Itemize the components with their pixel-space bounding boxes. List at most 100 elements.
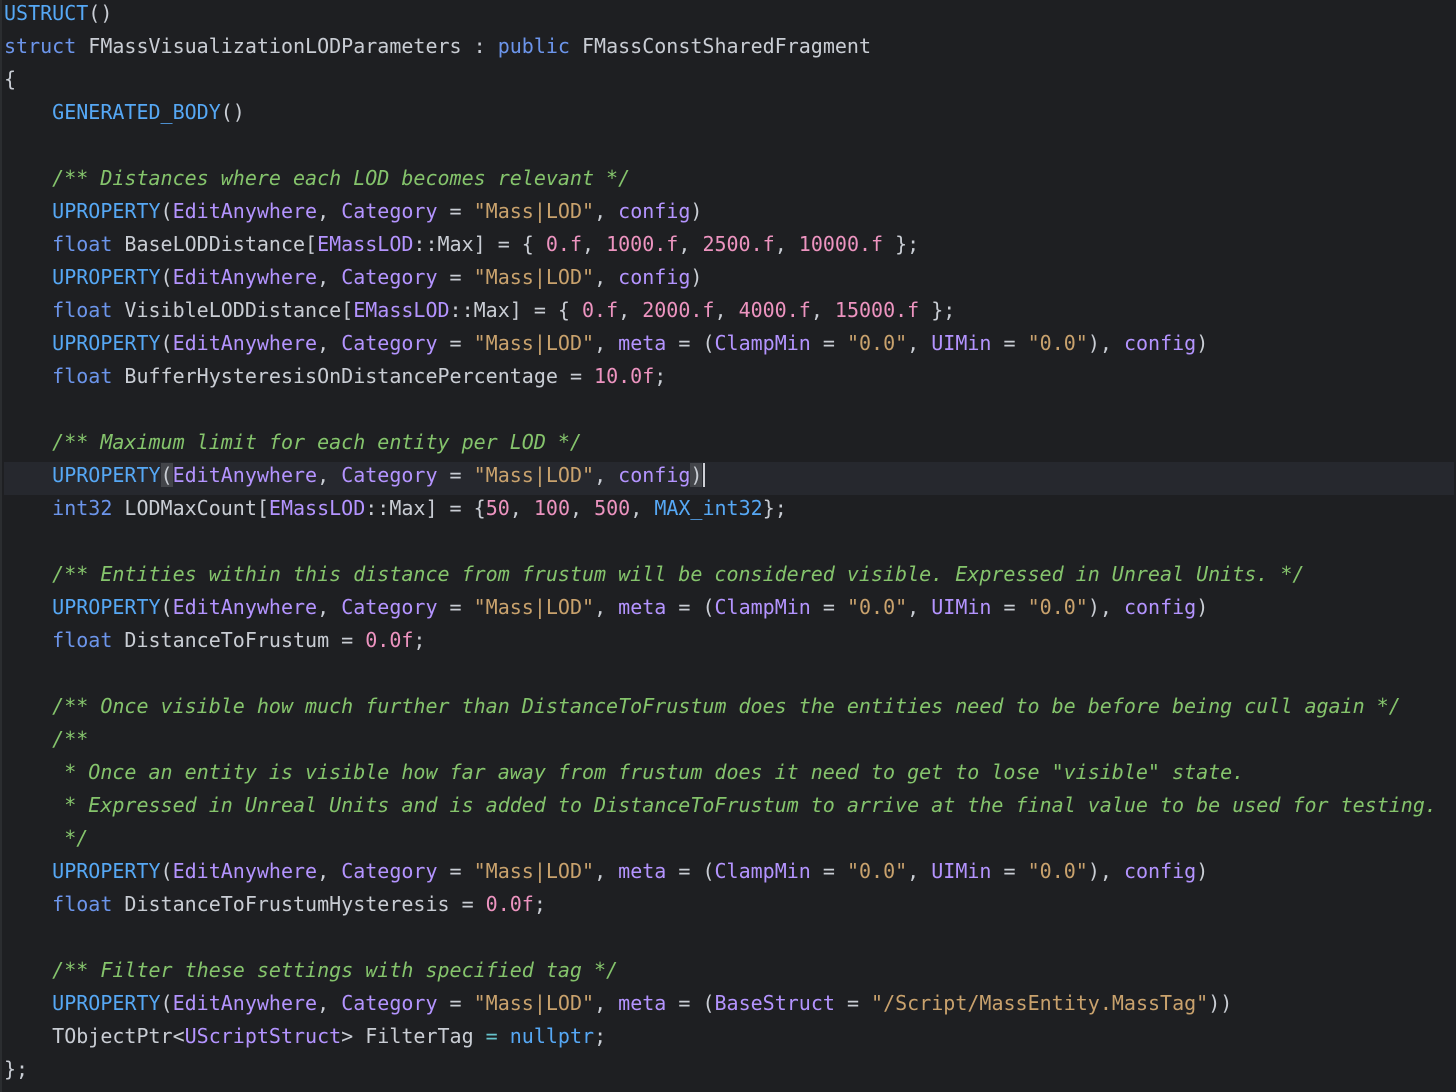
- code-line[interactable]: /** Once visible how much further than D…: [4, 693, 1454, 726]
- code-token: "0.0": [846, 331, 908, 355]
- code-token: DistanceToFrustumHysteresis =: [124, 892, 486, 916]
- code-token: "Mass|LOD": [473, 595, 595, 619]
- code-token: "0.0": [846, 595, 908, 619]
- code-token: ,: [317, 859, 342, 883]
- code-token: 15000.f: [834, 298, 920, 322]
- code-token: ,: [594, 463, 619, 487]
- code-token: = (: [666, 595, 715, 619]
- code-token: meta: [618, 595, 667, 619]
- code-line[interactable]: UPROPERTY(EditAnywhere, Category = "Mass…: [4, 264, 1454, 297]
- code-line[interactable]: int32 LODMaxCount[EMassLOD::Max] = {50, …: [4, 495, 1454, 528]
- code-token: "0.0": [1027, 595, 1088, 619]
- code-line[interactable]: */: [4, 825, 1454, 858]
- code-line[interactable]: float DistanceToFrustum = 0.0f;: [4, 627, 1454, 660]
- code-token: =: [991, 331, 1028, 355]
- code-token: 1000.f: [606, 232, 679, 256]
- code-token: >: [341, 1024, 366, 1048]
- code-line[interactable]: [4, 924, 1454, 957]
- code-token: 2500.f: [702, 232, 775, 256]
- code-token: =: [810, 859, 847, 883]
- code-line[interactable]: float BaseLODDistance[EMassLOD::Max] = {…: [4, 231, 1454, 264]
- code-token: "Mass|LOD": [473, 859, 595, 883]
- code-editor[interactable]: USTRUCT() struct FMassVisualizationLODPar…: [0, 0, 1456, 1092]
- code-line[interactable]: [4, 660, 1454, 693]
- code-token: =: [991, 595, 1028, 619]
- code-line[interactable]: /** Maximum limit for each entity per LO…: [4, 429, 1454, 462]
- code-token: 0.0f: [365, 628, 414, 652]
- code-token: =: [810, 595, 847, 619]
- code-token: config: [618, 199, 691, 223]
- code-token: float: [52, 232, 125, 256]
- code-token: UPROPERTY: [52, 991, 161, 1015]
- code-line[interactable]: /** Entities within this distance from f…: [4, 561, 1454, 594]
- code-token: =: [437, 199, 474, 223]
- code-line[interactable]: /** Distances where each LOD becomes rel…: [4, 165, 1454, 198]
- code-token: ),: [1087, 859, 1124, 883]
- code-area[interactable]: USTRUCT() struct FMassVisualizationLODPar…: [4, 0, 1454, 1089]
- code-token: /**: [52, 727, 89, 751]
- code-line[interactable]: [4, 528, 1454, 561]
- code-line[interactable]: USTRUCT(): [4, 0, 1454, 33]
- code-line[interactable]: UPROPERTY(EditAnywhere, Category = "Mass…: [4, 594, 1454, 627]
- code-token: ): [690, 265, 703, 289]
- code-line[interactable]: float BufferHysteresisOnDistancePercenta…: [4, 363, 1454, 396]
- code-line[interactable]: TObjectPtr<UScriptStruct> FilterTag = nu…: [4, 1023, 1454, 1056]
- code-token: ClampMin: [714, 595, 811, 619]
- code-token: nullptr: [509, 1024, 595, 1048]
- code-token: VisibleLODDistance[: [124, 298, 354, 322]
- code-line[interactable]: float VisibleLODDistance[EMassLOD::Max] …: [4, 297, 1454, 330]
- code-token: public: [497, 34, 582, 58]
- code-line[interactable]: [4, 396, 1454, 429]
- code-token: UScriptStruct: [184, 1024, 342, 1048]
- code-token: ,: [630, 496, 655, 520]
- code-token: BufferHysteresisOnDistancePercentage =: [124, 364, 595, 388]
- code-line[interactable]: UPROPERTY(EditAnywhere, Category = "Mass…: [4, 990, 1454, 1023]
- code-line[interactable]: UPROPERTY(EditAnywhere, Category = "Mass…: [4, 198, 1454, 231]
- code-token: /** Maximum limit for each entity per LO…: [52, 430, 582, 454]
- code-token: (): [88, 1, 113, 25]
- code-token: ;: [413, 628, 426, 652]
- code-line[interactable]: UPROPERTY(EditAnywhere, Category = "Mass…: [4, 858, 1454, 891]
- code-line[interactable]: * Expressed in Unreal Units and is added…: [4, 792, 1454, 825]
- code-line[interactable]: GENERATED_BODY(): [4, 99, 1454, 132]
- code-token: (: [160, 265, 173, 289]
- code-line[interactable]: UPROPERTY(EditAnywhere, Category = "Mass…: [4, 330, 1454, 363]
- code-token: ,: [907, 331, 932, 355]
- code-token: Category: [341, 991, 438, 1015]
- code-token: UIMin: [931, 859, 992, 883]
- code-token: UPROPERTY: [52, 199, 161, 223]
- code-token: EditAnywhere: [172, 991, 318, 1015]
- code-line[interactable]: float DistanceToFrustumHysteresis = 0.0f…: [4, 891, 1454, 924]
- code-line[interactable]: {: [4, 66, 1454, 99]
- code-token: 500: [594, 496, 631, 520]
- code-line[interactable]: [4, 132, 1454, 165]
- code-token: BaseLODDistance[: [124, 232, 318, 256]
- code-token: float: [52, 298, 125, 322]
- code-token: ,: [317, 463, 342, 487]
- code-line[interactable]: /**: [4, 726, 1454, 759]
- code-line[interactable]: /** Filter these settings with specified…: [4, 957, 1454, 990]
- gutter-divider: [0, 0, 2, 1092]
- code-line[interactable]: };: [4, 1056, 1454, 1089]
- code-token: LODMaxCount[: [124, 496, 269, 520]
- code-token: UIMin: [931, 331, 992, 355]
- code-line[interactable]: * Once an entity is visible how far away…: [4, 759, 1454, 792]
- code-token: ,: [317, 199, 342, 223]
- code-token: ): [1196, 331, 1209, 355]
- code-token: EMassLOD: [268, 496, 366, 520]
- code-token: ,: [907, 595, 932, 619]
- code-token: DistanceToFrustum =: [124, 628, 366, 652]
- code-token: BaseStruct: [714, 991, 835, 1015]
- code-token: ] = {: [509, 298, 582, 322]
- code-token: ): [1196, 595, 1209, 619]
- code-token: Category: [341, 331, 438, 355]
- code-token: =: [437, 595, 474, 619]
- code-line[interactable]: UPROPERTY(EditAnywhere, Category = "Mass…: [4, 462, 1454, 495]
- code-token: (: [160, 199, 173, 223]
- code-token: =: [437, 265, 474, 289]
- code-token: int32: [52, 496, 125, 520]
- code-token: =: [437, 331, 474, 355]
- code-line[interactable]: struct FMassVisualizationLODParameters :…: [4, 33, 1454, 66]
